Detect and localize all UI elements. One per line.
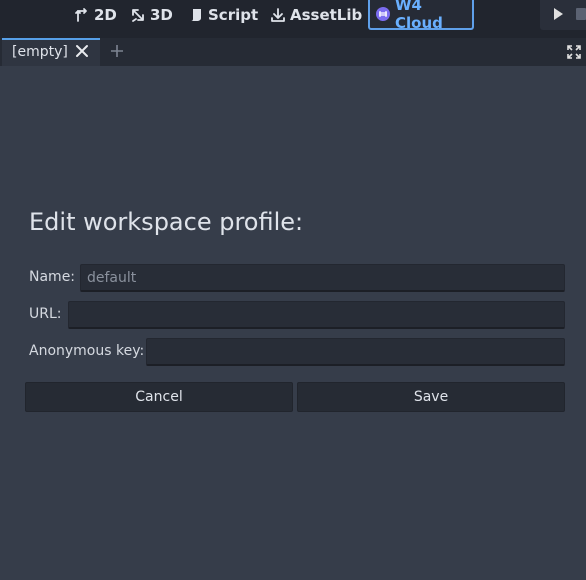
close-icon[interactable]	[74, 43, 90, 59]
mode-script-button[interactable]: Script	[188, 0, 258, 30]
name-label: Name:	[29, 269, 76, 285]
mode-w4-cloud-label: W4 Cloud	[395, 0, 443, 32]
3d-rotate-icon	[130, 7, 146, 23]
url-field[interactable]	[68, 301, 565, 329]
mode-3d-label: 3D	[150, 6, 173, 24]
cancel-button[interactable]: Cancel	[25, 382, 293, 412]
mode-3d-button[interactable]: 3D	[130, 0, 173, 30]
anonymous-key-label: Anonymous key:	[29, 343, 145, 359]
url-label: URL:	[29, 306, 62, 322]
2d-transform-icon	[74, 7, 90, 23]
mode-assetlib-label: AssetLib	[290, 6, 363, 24]
fullscreen-icon[interactable]	[566, 44, 582, 60]
name-field[interactable]	[80, 264, 565, 292]
pause-icon[interactable]	[576, 8, 586, 20]
mode-w4-cloud-button[interactable]: W4 Cloud	[368, 0, 474, 32]
play-controls	[540, 0, 586, 30]
play-icon[interactable]	[554, 8, 563, 20]
mode-2d-button[interactable]: 2D	[74, 0, 117, 30]
mode-2d-label: 2D	[94, 6, 117, 24]
main-toolbar: 2D 3D Script AssetLib W4 Cloud	[0, 0, 586, 38]
anonymous-key-field[interactable]	[146, 338, 565, 366]
mode-assetlib-button[interactable]: AssetLib	[270, 0, 362, 30]
download-icon	[270, 7, 286, 23]
save-button[interactable]: Save	[297, 382, 565, 412]
mode-script-label: Script	[208, 6, 259, 24]
editor-window: 2D 3D Script AssetLib W4 Cloud [empty] E…	[0, 0, 586, 580]
tab-label: [empty]	[12, 44, 68, 60]
page-title: Edit workspace profile:	[29, 208, 304, 236]
add-tab-icon[interactable]	[109, 43, 125, 59]
script-icon	[188, 7, 204, 23]
tab-empty[interactable]: [empty]	[2, 38, 100, 66]
scene-tab-bar: [empty]	[0, 38, 586, 66]
w4-cloud-icon	[375, 6, 391, 22]
